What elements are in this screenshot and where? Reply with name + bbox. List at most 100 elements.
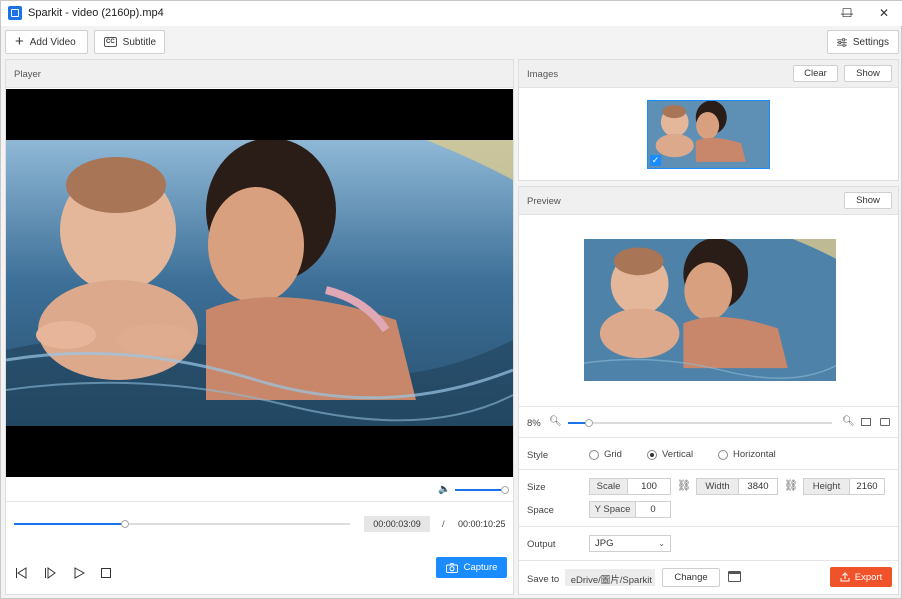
volume-slider-handle[interactable] [501, 486, 509, 494]
zoom-slider[interactable] [568, 419, 832, 427]
player-divider [6, 501, 513, 502]
subtitle-button[interactable]: CC Subtitle [94, 30, 165, 54]
volume-slider-fill [455, 489, 505, 491]
player-header: Player [6, 60, 513, 88]
yspace-field[interactable]: Y Space 0 [589, 501, 671, 518]
zoom-in-icon[interactable]: 🔍︎ [842, 416, 855, 427]
previous-frame-icon [16, 567, 27, 579]
camera-icon [445, 562, 458, 573]
folder-icon[interactable] [728, 571, 741, 582]
volume-slider[interactable] [455, 486, 509, 494]
preview-title: Preview [527, 196, 561, 207]
sliders-icon [837, 37, 847, 47]
stop-button[interactable] [97, 564, 115, 582]
subtitle-cc-icon: CC [104, 37, 117, 47]
width-field-label: Width [697, 479, 739, 494]
preview-panel: Preview Show 8% 🔍︎ 🔍︎ Style Grid Vertica… [518, 186, 899, 595]
style-option-grid[interactable]: Grid [589, 449, 622, 460]
width-field[interactable]: Width 3840 [696, 478, 778, 495]
seek-bar-fill [14, 523, 125, 525]
video-frame [6, 140, 513, 426]
capture-label: Capture [463, 562, 498, 573]
preview-show-button[interactable]: Show [844, 192, 892, 209]
style-option-horizontal[interactable]: Horizontal [718, 449, 776, 460]
play-icon [74, 567, 85, 579]
seek-bar[interactable] [14, 520, 350, 528]
vertical-option-label: Vertical [662, 449, 694, 460]
volume-icon[interactable]: 🔈 [438, 484, 450, 495]
scale-field-label: Scale [590, 479, 628, 494]
player-title: Player [14, 69, 41, 80]
horizontal-option-label: Horizontal [733, 449, 776, 460]
preview-image-graphic [584, 239, 836, 381]
space-label: Space [527, 505, 554, 516]
change-button[interactable]: Change [662, 568, 720, 587]
play-button[interactable] [70, 564, 88, 582]
style-option-vertical[interactable]: Vertical [647, 449, 693, 460]
height-input[interactable]: 2160 [850, 479, 884, 494]
chevron-down-icon: ⌄ [658, 539, 665, 548]
width-input[interactable]: 3840 [739, 479, 777, 494]
style-label: Style [527, 450, 549, 461]
window-title: Sparkit - video (2160p).mp4 [28, 7, 164, 19]
zoom-out-icon[interactable]: 🔍︎ [549, 416, 562, 427]
clear-button[interactable]: Clear [793, 65, 838, 82]
save-to-label: Save to [527, 574, 560, 585]
seek-bar-handle[interactable] [120, 520, 129, 528]
thumbnail-image [648, 101, 769, 168]
scale-input[interactable]: 100 [628, 479, 670, 494]
save-path-field[interactable]: eDrive/圖片/Sparkit [565, 569, 655, 586]
close-button[interactable]: ✕ [867, 1, 901, 25]
settings-label: Settings [852, 36, 889, 48]
height-field[interactable]: Height 2160 [803, 478, 885, 495]
output-format-value: JPG [595, 538, 614, 549]
scale-field[interactable]: Scale 100 [589, 478, 671, 495]
export-label: Export [854, 571, 883, 583]
current-time: 00:00:03:09 [364, 516, 430, 532]
fit-window-icon[interactable] [861, 418, 871, 426]
output-format-select[interactable]: JPG ⌄ [589, 535, 671, 552]
stop-icon [101, 568, 111, 578]
height-field-label: Height [804, 479, 850, 494]
export-button[interactable]: Export [830, 567, 892, 587]
link-scale-icon[interactable]: ⛓ [677, 479, 691, 492]
capture-button[interactable]: Capture [436, 557, 507, 578]
thumbnail-checkbox-icon[interactable]: ✓ [650, 155, 661, 166]
zoom-slider-handle[interactable] [585, 419, 594, 427]
add-video-label: Add Video [29, 36, 76, 48]
video-frame-image [6, 140, 513, 426]
horizontal-radio[interactable] [718, 449, 728, 460]
link-dimensions-icon[interactable]: ⛓ [784, 479, 798, 492]
zoom-divider [519, 437, 898, 438]
video-viewport[interactable] [6, 89, 513, 477]
images-title: Images [527, 69, 559, 80]
actual-size-icon[interactable] [880, 418, 890, 426]
title-bar: Sparkit - video (2160p).mp4 — ☐ ✕ [1, 1, 902, 26]
output-label: Output [527, 539, 556, 550]
grid-radio[interactable] [589, 449, 599, 460]
vertical-radio[interactable] [647, 449, 657, 460]
yspace-input[interactable]: 0 [636, 502, 670, 517]
images-header: Images Clear Show [519, 60, 898, 88]
subtitle-label: Subtitle [122, 36, 157, 48]
app-logo-icon [8, 6, 22, 20]
player-panel: Player 🔈 00:00:03:09 / 00:00:10:25 Captu… [5, 59, 514, 595]
preview-divider [519, 406, 898, 407]
preview-header: Preview Show [519, 187, 898, 215]
images-panel: Images Clear Show ✓ [518, 59, 899, 181]
add-video-button[interactable]: + Add Video [5, 30, 88, 54]
style-divider [519, 469, 898, 470]
size-divider [519, 526, 898, 527]
grid-option-label: Grid [604, 449, 622, 460]
app-window: Sparkit - video (2160p).mp4 — ☐ ✕ + Add … [0, 0, 902, 599]
previous-frame-button[interactable] [12, 564, 30, 582]
time-separator: / [442, 519, 445, 530]
size-label: Size [527, 482, 546, 493]
maximize-button-label: ☐ [841, 6, 853, 20]
preview-image [584, 239, 836, 381]
next-frame-button[interactable] [41, 564, 59, 582]
images-show-button[interactable]: Show [844, 65, 892, 82]
image-thumbnail[interactable]: ✓ [647, 100, 770, 169]
zoom-percent: 8% [527, 418, 541, 429]
settings-button[interactable]: Settings [827, 30, 899, 54]
